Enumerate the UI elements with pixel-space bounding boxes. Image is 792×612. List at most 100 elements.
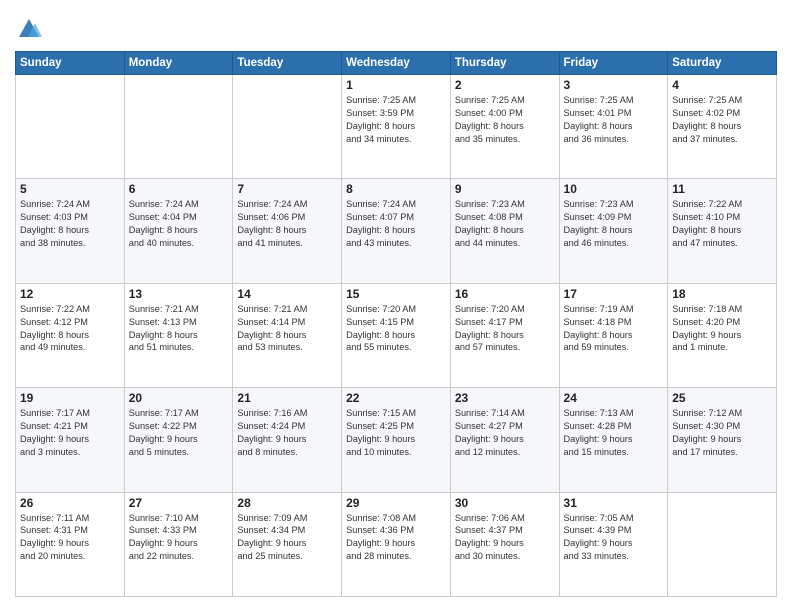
calendar-cell: 29Sunrise: 7:08 AM Sunset: 4:36 PM Dayli… — [342, 492, 451, 596]
cell-info: Sunrise: 7:11 AM Sunset: 4:31 PM Dayligh… — [20, 512, 120, 564]
day-number: 23 — [455, 391, 555, 405]
calendar-cell: 30 Sunrise: 7:06 AM Sunset: 4:37 PM Dayli… — [450, 492, 559, 596]
cell-info: Sunrise: 7:20 AM Sunset: 4:15 PM Dayligh… — [346, 303, 446, 355]
calendar-cell: 31 Sunrise: 7:05 AM Sunset: 4:39 PM Dayli… — [559, 492, 668, 596]
calendar-cell: 8Sunrise: 7:24 AM Sunset: 4:07 PM Daylig… — [342, 179, 451, 283]
day-number: 31 — [564, 496, 664, 510]
day-of-week-header: Friday — [559, 52, 668, 75]
calendar-cell: 2 Sunrise: 7:25 AM Sunset: 4:00 PM Daylig… — [450, 75, 559, 179]
calendar-week-row: 19 Sunrise: 7:17 AM Sunset: 4:21 PM Dayli… — [16, 388, 777, 492]
day-number: 6 — [129, 182, 229, 196]
calendar-cell: 4 Sunrise: 7:25 AM Sunset: 4:02 PM Daylig… — [668, 75, 777, 179]
day-number: 24 — [564, 391, 664, 405]
day-of-week-header: Wednesday — [342, 52, 451, 75]
day-number: 17 — [564, 287, 664, 301]
cell-info: Sunrise: 7:05 AM Sunset: 4:39 PM Dayligh… — [564, 512, 664, 564]
day-number: 26 — [20, 496, 120, 510]
cell-info: Sunrise: 7:20 AM Sunset: 4:17 PM Dayligh… — [455, 303, 555, 355]
calendar-body: 1Sunrise: 7:25 AM Sunset: 3:59 PM Daylig… — [16, 75, 777, 597]
day-number: 16 — [455, 287, 555, 301]
cell-info: Sunrise: 7:21 AM Sunset: 4:13 PM Dayligh… — [129, 303, 229, 355]
day-number: 10 — [564, 182, 664, 196]
cell-info: Sunrise: 7:08 AM Sunset: 4:36 PM Dayligh… — [346, 512, 446, 564]
cell-info: Sunrise: 7:09 AM Sunset: 4:34 PM Dayligh… — [237, 512, 337, 564]
calendar-cell: 16 Sunrise: 7:20 AM Sunset: 4:17 PM Dayli… — [450, 283, 559, 387]
cell-info: Sunrise: 7:21 AM Sunset: 4:14 PM Dayligh… — [237, 303, 337, 355]
day-number: 13 — [129, 287, 229, 301]
day-number: 8 — [346, 182, 446, 196]
day-of-week-header: Sunday — [16, 52, 125, 75]
calendar-cell: 27Sunrise: 7:10 AM Sunset: 4:33 PM Dayli… — [124, 492, 233, 596]
cell-info: Sunrise: 7:13 AM Sunset: 4:28 PM Dayligh… — [564, 407, 664, 459]
calendar-cell: 26 Sunrise: 7:11 AM Sunset: 4:31 PM Dayli… — [16, 492, 125, 596]
calendar-table: SundayMondayTuesdayWednesdayThursdayFrid… — [15, 51, 777, 597]
calendar-week-row: 1Sunrise: 7:25 AM Sunset: 3:59 PM Daylig… — [16, 75, 777, 179]
calendar-cell: 13 Sunrise: 7:21 AM Sunset: 4:13 PM Dayli… — [124, 283, 233, 387]
calendar-header: SundayMondayTuesdayWednesdayThursdayFrid… — [16, 52, 777, 75]
calendar-cell — [668, 492, 777, 596]
day-number: 4 — [672, 78, 772, 92]
days-of-week-row: SundayMondayTuesdayWednesdayThursdayFrid… — [16, 52, 777, 75]
calendar-cell: 3 Sunrise: 7:25 AM Sunset: 4:01 PM Daylig… — [559, 75, 668, 179]
calendar-cell: 18 Sunrise: 7:18 AM Sunset: 4:20 PM Dayli… — [668, 283, 777, 387]
day-number: 3 — [564, 78, 664, 92]
calendar-cell: 24 Sunrise: 7:13 AM Sunset: 4:28 PM Dayli… — [559, 388, 668, 492]
day-number: 15 — [346, 287, 446, 301]
day-number: 1 — [346, 78, 446, 92]
day-number: 21 — [237, 391, 337, 405]
cell-info: Sunrise: 7:24 AM Sunset: 4:03 PM Dayligh… — [20, 198, 120, 250]
page: SundayMondayTuesdayWednesdayThursdayFrid… — [0, 0, 792, 612]
calendar-cell: 6 Sunrise: 7:24 AM Sunset: 4:04 PM Daylig… — [124, 179, 233, 283]
calendar-cell: 15 Sunrise: 7:20 AM Sunset: 4:15 PM Dayli… — [342, 283, 451, 387]
calendar-cell: 10 Sunrise: 7:23 AM Sunset: 4:09 PM Dayli… — [559, 179, 668, 283]
day-number: 20 — [129, 391, 229, 405]
day-number: 14 — [237, 287, 337, 301]
day-number: 22 — [346, 391, 446, 405]
calendar-cell: 5 Sunrise: 7:24 AM Sunset: 4:03 PM Daylig… — [16, 179, 125, 283]
calendar-cell: 11 Sunrise: 7:22 AM Sunset: 4:10 PM Dayli… — [668, 179, 777, 283]
calendar-cell — [124, 75, 233, 179]
day-number: 12 — [20, 287, 120, 301]
cell-info: Sunrise: 7:24 AM Sunset: 4:06 PM Dayligh… — [237, 198, 337, 250]
logo-icon — [15, 15, 43, 43]
calendar-cell: 22 Sunrise: 7:15 AM Sunset: 4:25 PM Dayli… — [342, 388, 451, 492]
day-number: 19 — [20, 391, 120, 405]
cell-info: Sunrise: 7:23 AM Sunset: 4:09 PM Dayligh… — [564, 198, 664, 250]
day-number: 9 — [455, 182, 555, 196]
cell-info: Sunrise: 7:18 AM Sunset: 4:20 PM Dayligh… — [672, 303, 772, 355]
calendar-cell — [16, 75, 125, 179]
cell-info: Sunrise: 7:06 AM Sunset: 4:37 PM Dayligh… — [455, 512, 555, 564]
cell-info: Sunrise: 7:23 AM Sunset: 4:08 PM Dayligh… — [455, 198, 555, 250]
day-number: 18 — [672, 287, 772, 301]
calendar-week-row: 5 Sunrise: 7:24 AM Sunset: 4:03 PM Daylig… — [16, 179, 777, 283]
cell-info: Sunrise: 7:15 AM Sunset: 4:25 PM Dayligh… — [346, 407, 446, 459]
calendar-cell: 14 Sunrise: 7:21 AM Sunset: 4:14 PM Dayli… — [233, 283, 342, 387]
calendar-cell — [233, 75, 342, 179]
logo — [15, 15, 47, 43]
calendar-cell: 1Sunrise: 7:25 AM Sunset: 3:59 PM Daylig… — [342, 75, 451, 179]
day-number: 30 — [455, 496, 555, 510]
cell-info: Sunrise: 7:25 AM Sunset: 4:02 PM Dayligh… — [672, 94, 772, 146]
calendar-cell: 17Sunrise: 7:19 AM Sunset: 4:18 PM Dayli… — [559, 283, 668, 387]
cell-info: Sunrise: 7:25 AM Sunset: 4:00 PM Dayligh… — [455, 94, 555, 146]
calendar-cell: 21 Sunrise: 7:16 AM Sunset: 4:24 PM Dayli… — [233, 388, 342, 492]
cell-info: Sunrise: 7:24 AM Sunset: 4:04 PM Dayligh… — [129, 198, 229, 250]
day-number: 2 — [455, 78, 555, 92]
day-number: 5 — [20, 182, 120, 196]
cell-info: Sunrise: 7:17 AM Sunset: 4:21 PM Dayligh… — [20, 407, 120, 459]
calendar-cell: 28Sunrise: 7:09 AM Sunset: 4:34 PM Dayli… — [233, 492, 342, 596]
day-number: 11 — [672, 182, 772, 196]
cell-info: Sunrise: 7:17 AM Sunset: 4:22 PM Dayligh… — [129, 407, 229, 459]
cell-info: Sunrise: 7:25 AM Sunset: 4:01 PM Dayligh… — [564, 94, 664, 146]
cell-info: Sunrise: 7:22 AM Sunset: 4:10 PM Dayligh… — [672, 198, 772, 250]
calendar-cell: 19 Sunrise: 7:17 AM Sunset: 4:21 PM Dayli… — [16, 388, 125, 492]
cell-info: Sunrise: 7:10 AM Sunset: 4:33 PM Dayligh… — [129, 512, 229, 564]
day-of-week-header: Thursday — [450, 52, 559, 75]
calendar-cell: 7Sunrise: 7:24 AM Sunset: 4:06 PM Daylig… — [233, 179, 342, 283]
cell-info: Sunrise: 7:22 AM Sunset: 4:12 PM Dayligh… — [20, 303, 120, 355]
calendar-cell: 23Sunrise: 7:14 AM Sunset: 4:27 PM Dayli… — [450, 388, 559, 492]
cell-info: Sunrise: 7:16 AM Sunset: 4:24 PM Dayligh… — [237, 407, 337, 459]
calendar-cell: 20 Sunrise: 7:17 AM Sunset: 4:22 PM Dayli… — [124, 388, 233, 492]
calendar-cell: 25Sunrise: 7:12 AM Sunset: 4:30 PM Dayli… — [668, 388, 777, 492]
cell-info: Sunrise: 7:12 AM Sunset: 4:30 PM Dayligh… — [672, 407, 772, 459]
